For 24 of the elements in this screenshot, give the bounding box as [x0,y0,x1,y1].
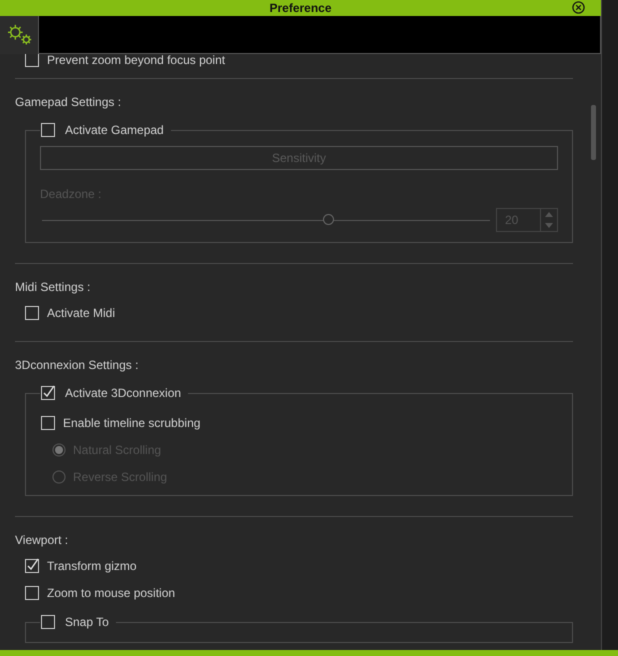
checkbox[interactable] [40,385,56,401]
checkbox[interactable] [24,305,40,321]
checkbox[interactable] [24,585,40,601]
checkbox-label: Enable timeline scrubbing [63,416,200,430]
gears-icon[interactable] [5,24,33,46]
checkbox-label: Activate Midi [47,306,116,320]
scrollbar-thumb[interactable] [591,105,596,160]
checkbox-label: Activate Gamepad [65,123,164,137]
section-heading: Midi Settings : [15,280,92,294]
checkbox-label: Prevent zoom beyond focus point [47,54,226,67]
checkbox-label: Transform gizmo [47,559,137,573]
close-icon[interactable] [572,1,585,14]
window-title: Preference [269,1,332,15]
checkbox[interactable] [40,415,56,431]
section-heading: 3Dconnexion Settings : [15,358,140,372]
section-heading: Gamepad Settings : [15,95,122,109]
checkbox[interactable] [40,614,56,630]
section-heading: Viewport : [15,533,70,547]
checkbox-label: Snap To [65,615,109,629]
checkbox-label: Zoom to mouse position [47,586,176,600]
checkbox[interactable] [24,558,40,574]
checkbox-label: Activate 3Dconnexion [65,386,182,400]
checkbox[interactable] [24,54,40,68]
checkbox[interactable] [40,122,56,138]
